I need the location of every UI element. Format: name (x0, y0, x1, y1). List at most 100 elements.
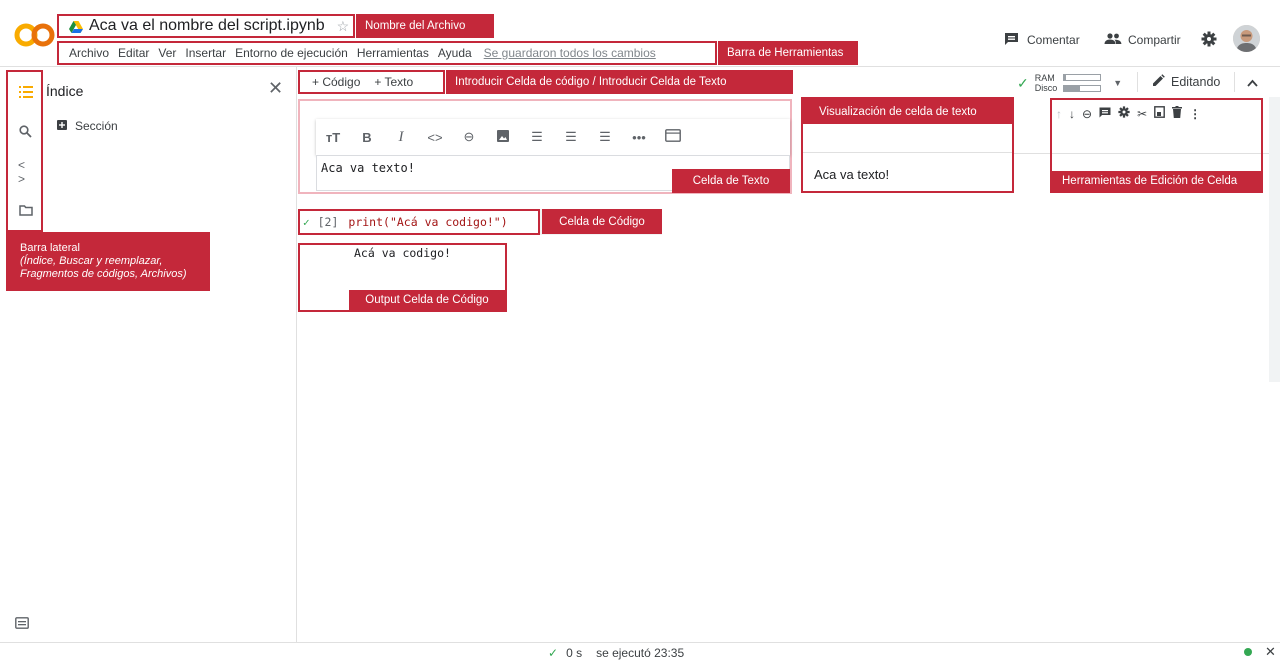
folder-icon[interactable] (18, 203, 33, 218)
ram-label: RAM (1034, 73, 1055, 83)
bold-icon[interactable]: B (350, 130, 384, 145)
annotation-sidebar-desc-1: (Índice, Buscar y reemplazar, (20, 255, 163, 267)
markdown-toolbar: тT B I <> ⊖ ☰ ☰ ☰ ••• (316, 119, 790, 155)
preview-divider (803, 152, 1012, 153)
connection-status-dot (1244, 648, 1252, 656)
disk-bar (1063, 85, 1102, 92)
colab-logo[interactable] (14, 20, 56, 50)
indent-icon[interactable]: ☰ (520, 129, 554, 145)
numbered-list-icon[interactable]: ☰ (554, 129, 588, 145)
share-button[interactable]: Compartir (1104, 30, 1181, 50)
menu-herramientas[interactable]: Herramientas (357, 46, 429, 60)
cell-settings-icon[interactable] (1118, 106, 1130, 121)
add-box-icon (57, 119, 67, 133)
cell-link-icon[interactable]: ⊖ (1082, 107, 1092, 121)
move-up-icon[interactable]: ↑ (1056, 107, 1062, 121)
status-duration: 0 s (566, 646, 583, 660)
menu-ayuda[interactable]: Ayuda (438, 46, 472, 60)
share-label: Compartir (1128, 33, 1181, 47)
people-icon (1104, 32, 1122, 48)
code-output-text: Acá va codigo! (354, 246, 451, 260)
sidebar-rail: < > (6, 70, 43, 232)
save-status[interactable]: Se guardaron todos los cambios (484, 46, 656, 60)
annotation-toolbar: Barra de Herramientas (718, 41, 858, 65)
cell-more-icon[interactable]: ⋮ (1189, 107, 1201, 121)
code-snippets-icon[interactable]: < > (18, 158, 33, 186)
annotation-sidebar-desc-2: Fragmentos de códigos, Archivos) (20, 268, 187, 280)
menu-archivo[interactable]: Archivo (69, 46, 109, 60)
cell-cut-icon[interactable]: ✂ (1137, 107, 1147, 121)
panel-divider (296, 67, 297, 642)
cell-delete-icon[interactable] (1172, 106, 1183, 121)
editing-label: Editando (1171, 74, 1221, 89)
text-cell-preview-content: Aca va texto! (814, 167, 890, 182)
comment-icon (1004, 32, 1019, 49)
annotation-text-cell: Celda de Texto (672, 169, 790, 193)
exec-count: [2] (317, 215, 339, 229)
text-cell-content: Aca va texto! (321, 161, 415, 175)
menu-insertar[interactable]: Insertar (185, 46, 226, 60)
run-success-icon[interactable]: ✓ (303, 216, 310, 229)
toc-panel-title: Índice (46, 83, 84, 99)
status-executed[interactable]: se ejecutó 23:35 (596, 646, 684, 660)
comment-button[interactable]: Comentar (1004, 30, 1080, 50)
menu-bar: Archivo Editar Ver Insertar Entorno de e… (57, 41, 717, 65)
close-panel-icon[interactable]: ✕ (268, 78, 283, 99)
annotation-insert-cells: Introducir Celda de código / Introducir … (446, 70, 793, 94)
menu-editar[interactable]: Editar (118, 46, 149, 60)
toc-list-icon[interactable] (18, 84, 33, 99)
header-divider (0, 66, 1280, 67)
resources-dropdown-icon[interactable]: ▼ (1113, 78, 1122, 88)
horizontal-rule-icon[interactable]: ••• (622, 130, 656, 145)
ram-bar (1063, 74, 1102, 81)
notebook-title[interactable]: Aca va el nombre del script.ipynb (89, 17, 325, 35)
status-check-icon: ✓ (548, 646, 559, 660)
text-cell-preview: Visualización de celda de texto Aca va t… (801, 97, 1014, 193)
editing-mode-button[interactable]: Editando (1153, 74, 1220, 89)
terminal-icon[interactable] (15, 616, 29, 634)
cell-mirror-icon[interactable] (1154, 106, 1166, 121)
image-icon[interactable] (486, 129, 520, 145)
status-bar: ✓ 0 s se ejecutó 23:35 ✕ (0, 642, 1280, 662)
close-status-icon[interactable]: ✕ (1265, 644, 1276, 660)
menu-entorno[interactable]: Entorno de ejecución (235, 46, 348, 60)
drive-icon (69, 20, 83, 33)
add-text-button[interactable]: + Texto (374, 75, 413, 89)
code-cell[interactable]: ✓ [2] print("Acá va codigo!") (298, 209, 540, 235)
user-avatar[interactable] (1233, 25, 1260, 52)
code-format-icon[interactable]: <> (418, 130, 452, 145)
collapse-header-icon[interactable] (1247, 76, 1258, 90)
scrollbar-thumb[interactable] (1269, 97, 1280, 382)
star-icon[interactable]: ☆ (337, 18, 350, 35)
cell-toolbar: ↑ ↓ ⊖ ✂ ⋮ (1056, 106, 1201, 121)
link-icon[interactable]: ⊖ (452, 129, 486, 145)
toc-section-item[interactable]: Sección (57, 119, 118, 133)
annotation-code-cell: Celda de Código (542, 209, 662, 234)
heading-icon[interactable]: тT (316, 130, 350, 145)
annotation-sidebar: Barra lateral (Índice, Buscar y reemplaz… (6, 232, 210, 291)
insert-cell-toolbar: + Código + Texto (298, 70, 445, 94)
annotation-cell-tools: Herramientas de Edición de Celda (1052, 171, 1261, 191)
comment-label: Comentar (1027, 33, 1080, 47)
menu-ver[interactable]: Ver (158, 46, 176, 60)
connected-check-icon: ✓ (1017, 74, 1029, 91)
preview-toggle-icon[interactable] (656, 129, 690, 145)
search-icon[interactable] (18, 124, 33, 139)
resources-indicator[interactable]: ✓ RAM Disco ▼ (1017, 73, 1122, 93)
pencil-icon (1153, 74, 1165, 89)
toc-section-label: Sección (75, 119, 118, 133)
settings-gear-icon[interactable] (1201, 31, 1217, 47)
toolbar-separator (1137, 72, 1138, 92)
move-down-icon[interactable]: ↓ (1069, 107, 1075, 121)
toolbar-separator-2 (1234, 72, 1235, 92)
notebook-title-box[interactable]: Aca va el nombre del script.ipynb ☆ (57, 14, 355, 38)
code-content[interactable]: print("Acá va codigo!") (348, 215, 507, 229)
annotation-code-output: Output Celda de Código (349, 290, 505, 310)
cell-comment-icon[interactable] (1099, 107, 1111, 121)
add-code-button[interactable]: + Código (312, 75, 360, 89)
bulleted-list-icon[interactable]: ☰ (588, 129, 622, 145)
italic-icon[interactable]: I (384, 129, 418, 146)
annotation-file-name: Nombre del Archivo (356, 14, 494, 38)
disk-label: Disco (1034, 83, 1058, 93)
annotation-sidebar-title: Barra lateral (20, 242, 80, 254)
